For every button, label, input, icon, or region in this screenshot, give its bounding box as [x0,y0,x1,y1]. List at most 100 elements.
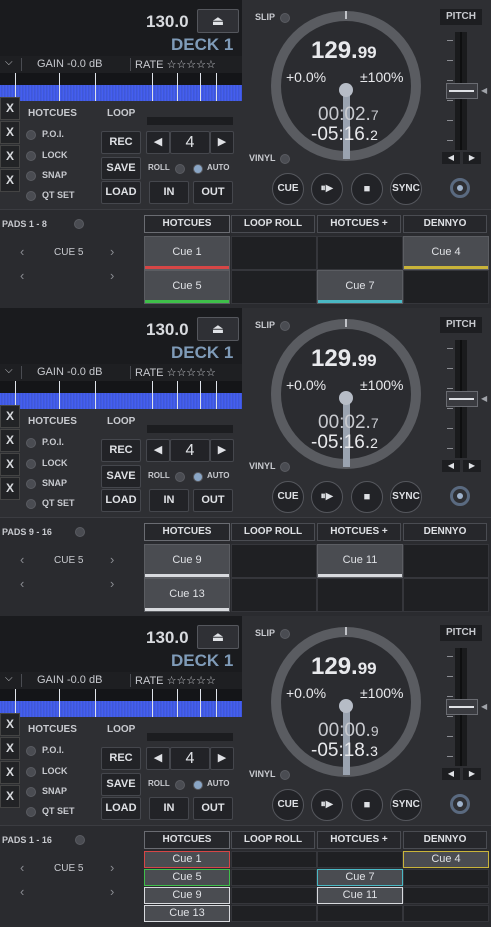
delete-hotcue-button[interactable]: X [0,713,20,736]
pads-led[interactable] [75,527,85,537]
loop-halve-button[interactable]: ◀ [146,439,170,462]
gain-readout[interactable]: GAIN -0.0 dB [37,58,102,70]
gain-readout[interactable]: GAIN -0.0 dB [37,674,102,686]
gain-readout[interactable]: GAIN -0.0 dB [37,366,102,378]
jog-wheel[interactable]: 129.99 +0.0% ±100% 00:02.7 -05:16.2 [271,11,421,161]
hotcue-pad[interactable] [231,236,317,270]
vinyl-led[interactable] [280,154,290,164]
pads-led[interactable] [74,219,84,229]
hotcue-pad[interactable] [403,578,489,612]
master-tempo-icon[interactable] [450,794,470,814]
option-led[interactable] [26,787,36,797]
eject-button[interactable]: ⏏ [197,625,239,649]
load-button[interactable]: LOAD [101,181,141,204]
hotcue-pad[interactable] [231,270,317,304]
waveform[interactable] [0,73,242,101]
loop-in-button[interactable]: IN [149,489,189,512]
roll-led[interactable] [175,472,185,482]
hotcue-pad[interactable]: Cue 7 [317,869,403,886]
pad-prev-arrow-2[interactable]: ‹ [20,268,24,283]
hotcue-pad[interactable] [317,578,403,612]
vinyl-led[interactable] [280,462,290,472]
stop-button[interactable]: ■ [351,789,383,821]
rate-readout[interactable]: RATE ☆☆☆☆☆ [135,58,216,71]
play-pause-button[interactable]: ⏸▶ [311,481,343,513]
hotcue-pad[interactable]: Cue 5 [144,869,230,886]
loop-double-button[interactable]: ▶ [210,439,234,462]
delete-hotcue-button[interactable]: X [0,145,20,168]
tab-hotcues[interactable]: HOTCUES [144,831,230,849]
option-led[interactable] [26,479,36,489]
delete-hotcue-button[interactable]: X [0,453,20,476]
slip-led[interactable] [280,13,290,23]
loop-out-button[interactable]: OUT [193,181,233,204]
pitch-slider-handle[interactable] [446,699,478,715]
option-led[interactable] [26,171,36,181]
auto-led[interactable] [193,472,203,482]
hotcue-pad[interactable]: Cue 11 [317,887,403,904]
rec-button[interactable]: REC [101,131,141,154]
pad-next-arrow-2[interactable]: › [110,576,114,591]
rec-button[interactable]: REC [101,439,141,462]
pitch-slider-handle[interactable] [446,83,478,99]
tab-loop-roll[interactable]: LOOP ROLL [231,831,315,849]
tab-dennyo[interactable]: DENNYO [403,831,487,849]
hotcue-pad[interactable]: Cue 9 [144,544,230,578]
loop-double-button[interactable]: ▶ [210,131,234,154]
waveform[interactable] [0,381,242,409]
delete-hotcue-button[interactable]: X [0,169,20,192]
option-led[interactable] [26,746,36,756]
loop-out-button[interactable]: OUT [193,797,233,820]
hotcue-pad[interactable] [231,887,317,904]
delete-hotcue-button[interactable]: X [0,121,20,144]
hotcue-pad[interactable] [403,270,489,304]
rate-readout[interactable]: RATE ☆☆☆☆☆ [135,366,216,379]
load-button[interactable]: LOAD [101,797,141,820]
roll-led[interactable] [175,164,185,174]
hotcue-pad[interactable] [231,578,317,612]
stop-button[interactable]: ■ [351,173,383,205]
tab-hotcues[interactable]: HOTCUES [144,523,230,541]
chevron-down-icon[interactable]: ⌵ [5,57,13,68]
play-pause-button[interactable]: ⏸▶ [311,173,343,205]
pitch-nudge-up-button[interactable]: ▶ [463,768,481,780]
auto-led[interactable] [193,780,203,790]
pad-prev-arrow-2[interactable]: ‹ [20,884,24,899]
master-tempo-icon[interactable] [450,486,470,506]
hotcue-pad[interactable] [403,887,489,904]
pitch-nudge-up-button[interactable]: ▶ [463,460,481,472]
slip-led[interactable] [280,629,290,639]
option-led[interactable] [26,151,36,161]
hotcue-pad[interactable] [231,851,317,868]
pad-next-arrow[interactable]: › [110,244,114,259]
hotcue-pad[interactable]: Cue 13 [144,905,230,922]
option-led[interactable] [26,191,36,201]
eject-button[interactable]: ⏏ [197,317,239,341]
option-led[interactable] [26,499,36,509]
pad-prev-arrow[interactable]: ‹ [20,244,24,259]
pitch-reset-icon[interactable]: ◀ [481,394,487,403]
save-button[interactable]: SAVE [101,773,141,796]
rec-button[interactable]: REC [101,747,141,770]
hotcue-pad[interactable] [403,544,489,578]
tab-hotcues[interactable]: HOTCUES + [317,523,401,541]
sync-button[interactable]: SYNC [390,173,422,205]
loop-double-button[interactable]: ▶ [210,747,234,770]
hotcue-pad[interactable]: Cue 13 [144,578,230,612]
hotcue-pad[interactable]: Cue 5 [144,270,230,304]
delete-hotcue-button[interactable]: X [0,429,20,452]
option-led[interactable] [26,438,36,448]
pitch-nudge-down-button[interactable]: ◀ [442,768,460,780]
hotcue-pad[interactable]: Cue 4 [403,236,489,270]
pad-next-arrow-2[interactable]: › [110,884,114,899]
auto-led[interactable] [193,164,203,174]
tab-loop-roll[interactable]: LOOP ROLL [231,523,315,541]
hotcue-pad[interactable] [317,236,403,270]
hotcue-pad[interactable] [317,905,403,922]
tab-loop-roll[interactable]: LOOP ROLL [231,215,315,233]
hotcue-pad[interactable] [231,905,317,922]
delete-hotcue-button[interactable]: X [0,785,20,808]
pad-prev-arrow[interactable]: ‹ [20,552,24,567]
cue-button[interactable]: CUE [272,789,304,821]
play-pause-button[interactable]: ⏸▶ [311,789,343,821]
